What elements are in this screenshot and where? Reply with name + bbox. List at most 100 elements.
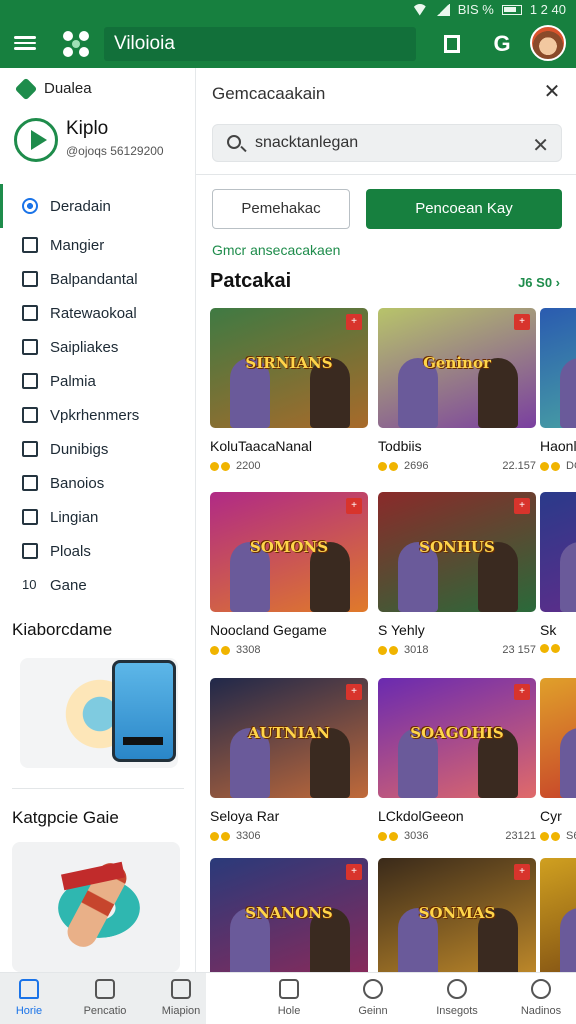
app-bar: Viloioia G [0, 20, 576, 68]
badge-icon: + [346, 864, 362, 880]
badge-icon: + [514, 684, 530, 700]
sidebar-item-label: Mangier [50, 236, 105, 254]
sidebar-item[interactable]: Lingian [0, 500, 196, 534]
sidebar-item[interactable]: Mangier [0, 228, 196, 262]
game-grid: SIRNIANS + KoluTaacaNanal 2200 Geninor + Todbi… [210, 308, 576, 972]
game-card[interactable]: Haonl DOSS [540, 308, 576, 472]
rating-value: DOSS [566, 460, 576, 472]
game-card[interactable]: Geninor + Todbiis 2696 22.157 [378, 308, 536, 472]
sidebar-header: Dualea [14, 77, 92, 100]
sidebar-item-label: Vpkrhenmers [50, 406, 140, 424]
game-card[interactable]: SONMAS + [378, 858, 536, 972]
star-icon [221, 461, 230, 471]
game-card[interactable]: SOMONS + Noocland Gegame 3308 [210, 492, 368, 656]
game-thumbnail: SONHUS + [378, 492, 536, 612]
app-name: Kiplo [66, 118, 109, 139]
game-thumbnail: SIRNIANS + [210, 308, 368, 428]
sidebar-item-label: Saipliakes [50, 338, 119, 356]
game-card[interactable]: SONHUS + S Yehly 3018 23 157 [378, 492, 536, 656]
game-meta: 2200 [210, 460, 368, 472]
bottom-nav-item[interactable]: Pencatio [70, 979, 140, 1017]
game-title: Seloya Rar [210, 808, 280, 824]
badge-icon: + [346, 498, 362, 514]
badge-icon: + [514, 314, 530, 330]
bottom-nav-item[interactable]: Geinn [338, 979, 408, 1017]
sidebar-item[interactable]: Banoios [0, 466, 196, 500]
bottom-nav-item[interactable]: Nadinos [506, 979, 576, 1017]
star-icon [389, 645, 398, 655]
sidebar-item[interactable]: Vpkrhenmers [0, 398, 196, 432]
bottom-nav-item[interactable]: Insegots [422, 979, 492, 1017]
sidebar-item[interactable]: 10 Gane [0, 568, 196, 602]
game-card[interactable]: SOAGOHIS + LCkdolGeeon 3036 23121 [378, 678, 536, 842]
star-icon [540, 644, 549, 653]
sidebar-item[interactable]: Dunibigs [0, 432, 196, 466]
bottom-nav-item[interactable]: Horie [0, 979, 64, 1017]
game-card[interactable]: AUTNIAN + Seloya Rar 3306 [210, 678, 368, 842]
promo-card-1[interactable] [20, 658, 178, 768]
badge-icon: + [346, 314, 362, 330]
clear-icon[interactable]: ✕ [532, 133, 549, 158]
game-card[interactable]: Cyr S6ese [540, 678, 576, 842]
rating: 3036 [378, 830, 428, 842]
sidebar: Dualea Kiplo @ojoqs 56129200 Deradain Man… [0, 68, 196, 972]
game-meta: S6ese [540, 830, 576, 842]
star-icon [210, 461, 219, 471]
game-meta: 3308 [210, 644, 368, 656]
refresh-icon[interactable]: G [490, 32, 514, 56]
game-logo-text: SU [556, 904, 576, 922]
sidebar-item[interactable]: Palmia [0, 364, 196, 398]
game-thumbnail: SOAGOHIS + [378, 678, 536, 798]
primary-button[interactable]: Pencoean Kay [366, 189, 562, 229]
divider [12, 788, 184, 789]
sub-link[interactable]: Gmcr ansecacakaen [212, 242, 340, 258]
play-icon[interactable] [14, 118, 58, 162]
game-card[interactable]: SU [540, 858, 576, 972]
game-thumbnail: AUTNIAN + [210, 678, 368, 798]
rating: 3306 [210, 830, 260, 842]
rating: 3018 [378, 644, 428, 656]
sidebar-item-label: Ploals [50, 542, 91, 560]
sidebar-item[interactable]: Ratewaokoal [0, 296, 196, 330]
game-logo-text: SIRNIANS [245, 353, 333, 372]
sidebar-item[interactable]: Ploals [0, 534, 196, 568]
rating: 3308 [210, 644, 260, 656]
home-icon [279, 979, 299, 999]
bottom-nav-label: Pencatio [83, 1005, 127, 1017]
bottom-nav-label: Nadinos [520, 1005, 562, 1017]
section-title-2: Katgpcie Gaie [12, 808, 119, 827]
rating-value: 3308 [236, 644, 261, 656]
sidebar-item[interactable]: Deradain [0, 184, 196, 228]
search-input[interactable] [255, 125, 525, 161]
bottom-nav-item[interactable]: Miapion [146, 979, 216, 1017]
sidebar-item-label: Palmia [50, 372, 96, 390]
search-icon [227, 135, 241, 149]
rating-value: 3036 [404, 830, 429, 842]
app-handle: @ojoqs 56129200 [66, 144, 164, 158]
avatar[interactable] [530, 25, 566, 61]
game-meta: 3036 23121 [378, 830, 536, 842]
bookmark-icon[interactable] [440, 32, 464, 56]
section-see-all[interactable]: J6 S0 › [518, 275, 560, 290]
sidebar-item[interactable]: Saipliakes [0, 330, 196, 364]
game-thumbnail: SONMAS + [378, 858, 536, 972]
star-icon [221, 831, 230, 841]
game-card[interactable]: Sk [540, 492, 576, 653]
clock: 1 2 40 [529, 2, 566, 17]
sidebar-header-label: Dualea [44, 80, 92, 97]
close-icon[interactable]: ✕ [542, 82, 562, 102]
game-card[interactable]: SNANONS + [210, 858, 368, 972]
promo-card-2[interactable] [12, 842, 180, 972]
game-card[interactable]: SIRNIANS + KoluTaacaNanal 2200 [210, 308, 368, 472]
game-thumbnail: SNANONS + [210, 858, 368, 972]
menu-icon[interactable] [14, 33, 36, 53]
bottom-nav-item[interactable]: Hole [254, 979, 324, 1017]
game-thumbnail [540, 678, 576, 798]
sidebar-item[interactable]: Balpandantal [0, 262, 196, 296]
rating: 2200 [210, 460, 260, 472]
secondary-button[interactable]: Pemehakac [212, 189, 350, 229]
game-logo-text: SOAGOHIS [410, 723, 504, 742]
bottom-nav-label: Horie [15, 1005, 43, 1017]
game-meta [540, 644, 576, 653]
home-icon [19, 979, 39, 999]
